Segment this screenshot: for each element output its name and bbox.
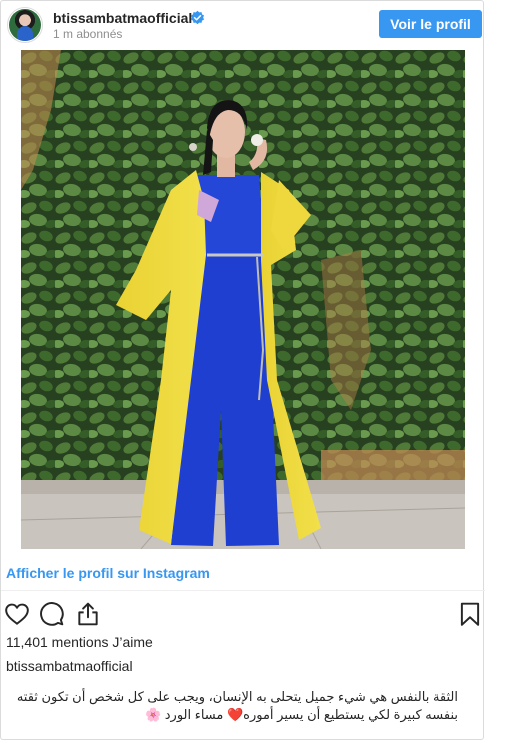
avatar-image (9, 9, 41, 41)
caption-text: الثقة بالنفس هي شيء جميل يتحلى به الإنسا… (16, 689, 458, 722)
like-count: 11,401 mentions J’aime (6, 634, 153, 650)
follower-count: 1 m abonnés (53, 27, 123, 41)
comment-bubble-icon[interactable] (39, 601, 65, 627)
bookmark-icon[interactable] (457, 601, 483, 627)
verified-badge-icon (190, 10, 205, 25)
post-photo-image (21, 50, 465, 549)
post-photo[interactable] (21, 50, 465, 549)
heart-icon[interactable] (4, 601, 30, 627)
view-profile-on-instagram-link[interactable]: Afficher le profil sur Instagram (6, 565, 210, 581)
divider (1, 590, 485, 591)
view-profile-button[interactable]: Voir le profil (379, 10, 482, 38)
username-link[interactable]: btissambatmaofficial (53, 10, 192, 26)
avatar[interactable] (7, 7, 43, 43)
caption-username[interactable]: btissambatmaofficial (6, 658, 133, 674)
share-icon[interactable] (75, 601, 101, 627)
post-header: btissambatmaofficial 1 m abonnés Voir le… (1, 1, 485, 45)
instagram-embed-card: btissambatmaofficial 1 m abonnés Voir le… (0, 0, 485, 740)
